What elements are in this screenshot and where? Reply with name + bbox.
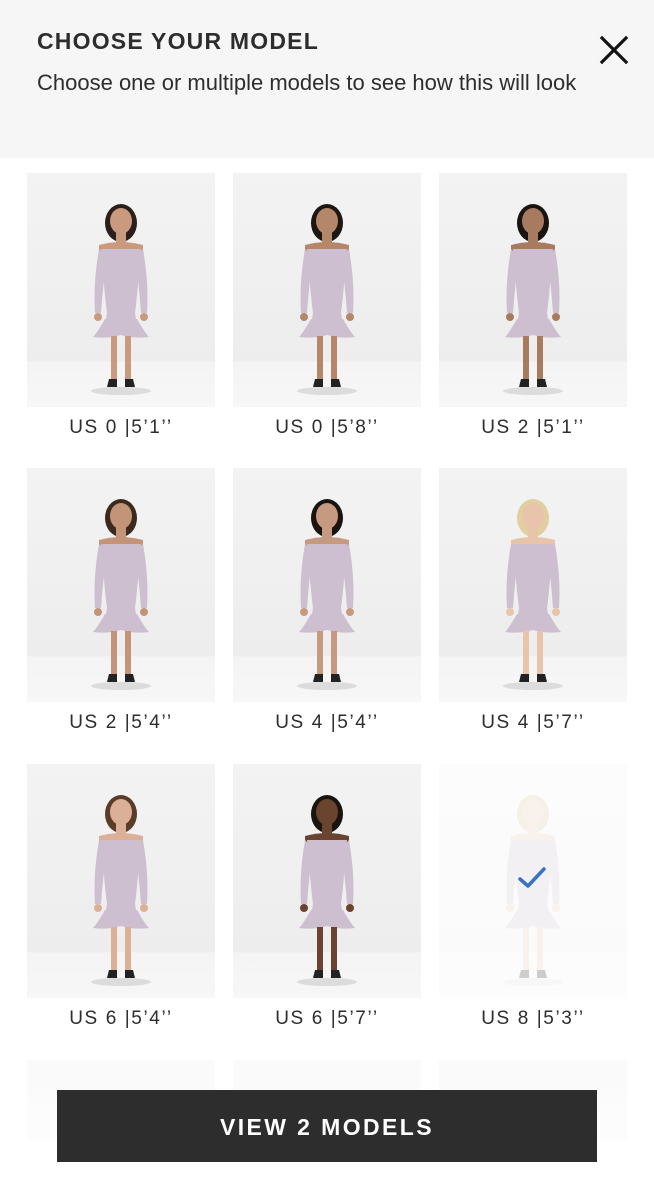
model-card[interactable]: US 6 |5’7’’ — [233, 764, 421, 1039]
page-title: CHOOSE YOUR MODEL — [37, 28, 319, 54]
model-size-label: US 4 |5’7’’ — [481, 712, 585, 733]
model-photo[interactable] — [233, 468, 421, 702]
model-size-label: US 8 |5’3’’ — [481, 1008, 585, 1029]
model-size-label: US 6 |5’7’’ — [275, 1008, 379, 1029]
model-card[interactable]: US 0 |5’1’’ — [27, 173, 215, 448]
model-photo[interactable] — [27, 764, 215, 998]
model-grid: US 0 |5’1’’ US 0 |5’8’’ US 2 |5’1’’ US 2 |5… — [0, 158, 654, 1180]
model-size-label: US 0 |5’1’’ — [69, 417, 173, 438]
model-size-label: US 2 |5’4’’ — [69, 712, 173, 733]
model-figure — [91, 499, 151, 690]
page-subtitle: Choose one or multiple models to see how… — [37, 70, 577, 95]
checkmark-icon — [518, 867, 546, 888]
model-size-label: US 0 |5’8’’ — [275, 417, 379, 438]
model-card[interactable]: US 4 |5’4’’ — [233, 468, 421, 743]
model-card[interactable]: US 6 |5’4’’ — [27, 764, 215, 1039]
model-card[interactable]: US 2 |5’1’’ — [439, 173, 627, 448]
model-figure — [297, 204, 357, 395]
model-photo[interactable] — [233, 173, 421, 407]
header: CHOOSE YOUR MODEL Choose one or multiple… — [0, 0, 654, 158]
model-size-label: US 4 |5’4’’ — [275, 712, 379, 733]
model-card[interactable]: US 4 |5’7’’ — [439, 468, 627, 743]
model-figure — [297, 795, 357, 986]
model-photo[interactable] — [439, 468, 627, 702]
model-size-label: US 6 |5’4’’ — [69, 1008, 173, 1029]
close-icon — [599, 35, 629, 65]
model-card[interactable]: US 2 |5’4’’ — [27, 468, 215, 743]
model-figure — [297, 499, 357, 690]
model-size-label: US 2 |5’1’’ — [481, 417, 585, 438]
model-card[interactable]: US 8 |5’3’’ — [439, 764, 627, 1039]
model-figure — [503, 204, 563, 395]
model-figure — [91, 795, 151, 986]
model-photo[interactable] — [233, 764, 421, 998]
model-photo[interactable] — [439, 173, 627, 407]
close-button[interactable] — [596, 32, 632, 68]
model-photo[interactable] — [27, 468, 215, 702]
model-figure — [91, 204, 151, 395]
model-card[interactable]: US 0 |5’8’’ — [233, 173, 421, 448]
view-models-button[interactable]: VIEW 2 MODELS — [57, 1090, 597, 1162]
model-figure — [503, 499, 563, 690]
model-photo[interactable] — [27, 173, 215, 407]
